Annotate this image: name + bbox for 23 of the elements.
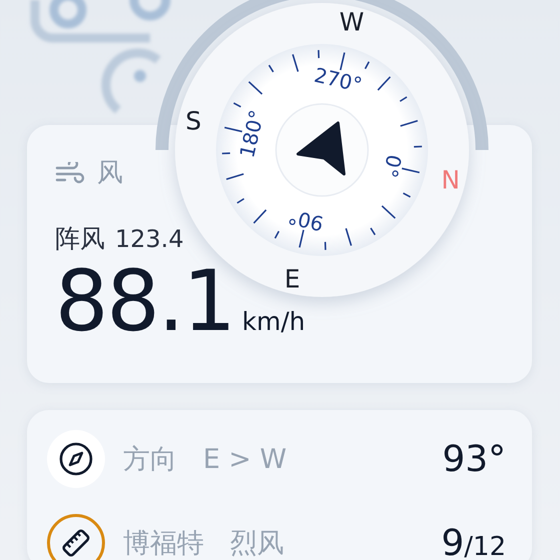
detail-label: 方向 bbox=[123, 443, 177, 477]
wind-speed: 88.1 bbox=[55, 259, 234, 343]
wind-icon bbox=[55, 162, 85, 184]
degree-label: 90° bbox=[286, 204, 326, 236]
speed-unit: km/h bbox=[242, 307, 306, 336]
degree-label: 270° bbox=[312, 62, 364, 97]
detail-label: 博福特 bbox=[123, 527, 204, 560]
gust-label: 阵风 bbox=[55, 223, 105, 255]
reading-max: /12 bbox=[464, 532, 506, 560]
pointer-arrow bbox=[296, 122, 346, 176]
gust-value: 123.4 bbox=[115, 225, 184, 253]
cardinal-label: N bbox=[441, 166, 460, 195]
cardinal-label: S bbox=[185, 106, 202, 136]
degree-label: 180° bbox=[234, 108, 269, 160]
detail-reading: 93° bbox=[442, 438, 506, 480]
detail-reading: 9 bbox=[441, 522, 464, 560]
ruler-icon bbox=[47, 514, 105, 560]
detail-value: E > W bbox=[203, 444, 287, 474]
cardinal-label: E bbox=[284, 264, 300, 294]
degree-label: 0° bbox=[378, 152, 406, 180]
card-title: 风 bbox=[97, 157, 123, 190]
cardinal-label: W bbox=[339, 7, 364, 36]
detail-value: 烈风 bbox=[230, 527, 284, 560]
